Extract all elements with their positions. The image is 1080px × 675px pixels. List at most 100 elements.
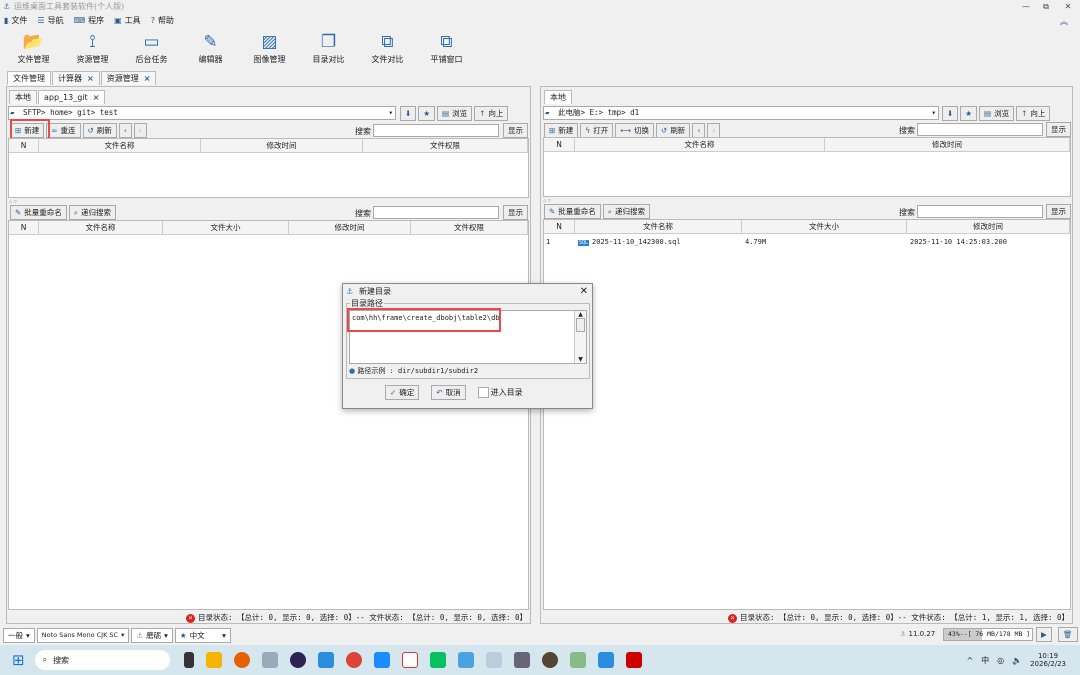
ok-button[interactable]: ✓ 确定 xyxy=(385,385,420,400)
ime-indicator[interactable]: 中 xyxy=(981,655,989,666)
gc-button[interactable]: ▶ xyxy=(1036,627,1052,642)
tab-calculator[interactable]: 计算器 × xyxy=(52,71,100,85)
show-button[interactable]: 显示 xyxy=(1046,204,1071,219)
close-icon[interactable]: × xyxy=(87,74,94,83)
tool-file-manager[interactable]: 📂 文件管理 xyxy=(4,30,63,70)
tool-editor[interactable]: ✎ 编辑器 xyxy=(181,30,240,70)
col-size[interactable]: 文件大小 xyxy=(742,220,907,233)
menu-help[interactable]: ? 帮助 xyxy=(151,14,174,28)
scroll-up-icon[interactable]: ▲ xyxy=(575,311,586,318)
taskbar-search[interactable]: ⌕ 搜索 xyxy=(34,650,170,670)
batch-rename-button[interactable]: ✎ 批量重命名 xyxy=(10,205,67,220)
app-icon[interactable] xyxy=(183,652,194,668)
file-search-input[interactable] xyxy=(373,206,499,219)
cancel-button[interactable]: ↶ 取消 xyxy=(431,385,466,400)
tab-file-manager[interactable]: 文件管理 xyxy=(7,71,51,85)
dir-search-input[interactable] xyxy=(917,123,1043,136)
open-button[interactable]: ϟ 打开 xyxy=(580,123,614,138)
show-button[interactable]: 显示 xyxy=(503,205,528,220)
menu-program[interactable]: ⌨ 程序 xyxy=(74,14,105,28)
refresh-button[interactable]: ↺ 刷新 xyxy=(656,123,691,138)
tab-resource-manager[interactable]: 资源管理 × xyxy=(100,71,157,85)
col-mtime[interactable]: 修改时间 xyxy=(907,220,1070,233)
splitter-handle[interactable]: ▵ ▿ xyxy=(543,197,551,204)
tab-app-13-git[interactable]: app_13_git × xyxy=(38,90,106,104)
windows-start-icon[interactable]: ⊞ xyxy=(12,651,25,669)
eclipse-icon[interactable] xyxy=(289,652,306,668)
volume-icon[interactable]: 🔈 xyxy=(1012,656,1022,665)
app-icon[interactable] xyxy=(485,652,502,668)
collapse-icon[interactable]: ︽ xyxy=(1060,16,1068,27)
col-perm[interactable]: 文件权限 xyxy=(411,221,528,234)
dropdown-arrow-icon[interactable]: ▾ xyxy=(388,107,393,119)
back-button[interactable]: ‹ xyxy=(692,123,706,138)
forward-button[interactable]: › xyxy=(133,123,147,138)
tab-local[interactable]: 本地 xyxy=(544,90,572,104)
minimize-button[interactable]: — xyxy=(1016,0,1036,14)
favorite-button[interactable]: ★ xyxy=(418,106,436,121)
menu-tools[interactable]: ▣ 工具 xyxy=(114,14,141,28)
splitter-handle[interactable]: ▵ ▿ xyxy=(9,198,17,205)
close-icon[interactable]: × xyxy=(93,93,100,102)
menu-file[interactable]: ▮ 文件 xyxy=(4,14,27,28)
maximize-button[interactable]: ⧉ xyxy=(1036,0,1056,14)
tool-resource-manager[interactable]: ⟟ 资源管理 xyxy=(63,30,122,70)
up-button[interactable]: ↑ 向上 xyxy=(1016,106,1051,121)
new-button[interactable]: ⊞ 新建 xyxy=(544,123,579,138)
font-select[interactable]: Noto Sans Mono CJK SC ▾ xyxy=(36,628,130,643)
forward-button[interactable]: › xyxy=(707,123,721,138)
dropdown-arrow-icon[interactable]: ▾ xyxy=(931,107,936,119)
tool-tile-windows[interactable]: ⧉ 平铺窗口 xyxy=(417,30,476,70)
col-n[interactable]: N xyxy=(9,139,39,152)
path-input[interactable]: ▰ SFTP> home> git> test ▾ xyxy=(8,106,396,120)
close-icon[interactable]: × xyxy=(144,74,151,83)
refresh-button[interactable]: ↺ 刷新 xyxy=(82,123,117,138)
col-mtime[interactable]: 修改时间 xyxy=(201,139,363,152)
folder-icon[interactable] xyxy=(205,652,222,668)
tool-image-manager[interactable]: ▨ 图像管理 xyxy=(240,30,299,70)
tool-background-tasks[interactable]: ▭ 后台任务 xyxy=(122,30,181,70)
calculator-icon[interactable] xyxy=(513,652,530,668)
scroll-down-icon[interactable]: ▼ xyxy=(575,356,586,363)
app-icon[interactable] xyxy=(457,652,474,668)
favorite-button[interactable]: ★ xyxy=(960,106,978,121)
col-name[interactable]: 文件名称 xyxy=(39,139,201,152)
firefox-icon[interactable] xyxy=(233,652,250,668)
clock-time[interactable]: 10:19 xyxy=(1030,652,1066,660)
network-icon[interactable]: ◎ xyxy=(997,656,1004,665)
checkbox[interactable] xyxy=(477,387,489,398)
col-perm[interactable]: 文件权限 xyxy=(363,139,528,152)
download-button[interactable]: ⬇ xyxy=(400,106,417,121)
show-button[interactable]: 显示 xyxy=(503,123,528,138)
tool-dir-compare[interactable]: ❐ 目录对比 xyxy=(299,30,358,70)
up-button[interactable]: ↑ 向上 xyxy=(474,106,509,121)
switch-button[interactable]: ⟷ 切换 xyxy=(615,123,655,138)
close-icon[interactable]: ✕ xyxy=(580,284,588,299)
file-search-input[interactable] xyxy=(917,205,1043,218)
wechat-icon[interactable] xyxy=(429,652,446,668)
app-icon[interactable] xyxy=(541,652,558,668)
col-n[interactable]: N xyxy=(9,221,39,234)
col-n[interactable]: N xyxy=(544,220,575,233)
app-icon[interactable] xyxy=(261,652,278,668)
close-button[interactable]: ✕ xyxy=(1058,0,1078,14)
filezilla-icon[interactable] xyxy=(625,652,642,668)
scrollbar[interactable]: ▲ ▼ xyxy=(574,311,586,363)
recursive-search-button[interactable]: ⌕ 递归搜索 xyxy=(68,205,116,220)
menu-nav[interactable]: ☰ 导航 xyxy=(37,14,63,28)
app-icon[interactable] xyxy=(597,652,614,668)
col-size[interactable]: 文件大小 xyxy=(163,221,289,234)
reconnect-button[interactable]: ∞ 重连 xyxy=(46,123,81,138)
trash-button[interactable]: 🗑 xyxy=(1058,627,1078,642)
show-button[interactable]: 显示 xyxy=(1046,122,1071,137)
chevron-up-icon[interactable]: ^ xyxy=(966,656,973,665)
col-n[interactable]: N xyxy=(544,138,575,151)
tab-local[interactable]: 本地 xyxy=(9,90,37,104)
col-mtime[interactable]: 修改时间 xyxy=(825,138,1070,151)
path-input[interactable]: ▰ 此电脑> E:> tmp> d1 ▾ xyxy=(543,106,939,120)
enter-directory-checkbox[interactable]: 进入目录 xyxy=(477,387,523,398)
tool-file-compare[interactable]: ⧉ 文件对比 xyxy=(358,30,417,70)
col-mtime[interactable]: 修改时间 xyxy=(289,221,411,234)
browse-button[interactable]: ▤ 浏览 xyxy=(437,106,473,121)
language-select[interactable]: ★ 中文 ▾ xyxy=(174,628,231,643)
